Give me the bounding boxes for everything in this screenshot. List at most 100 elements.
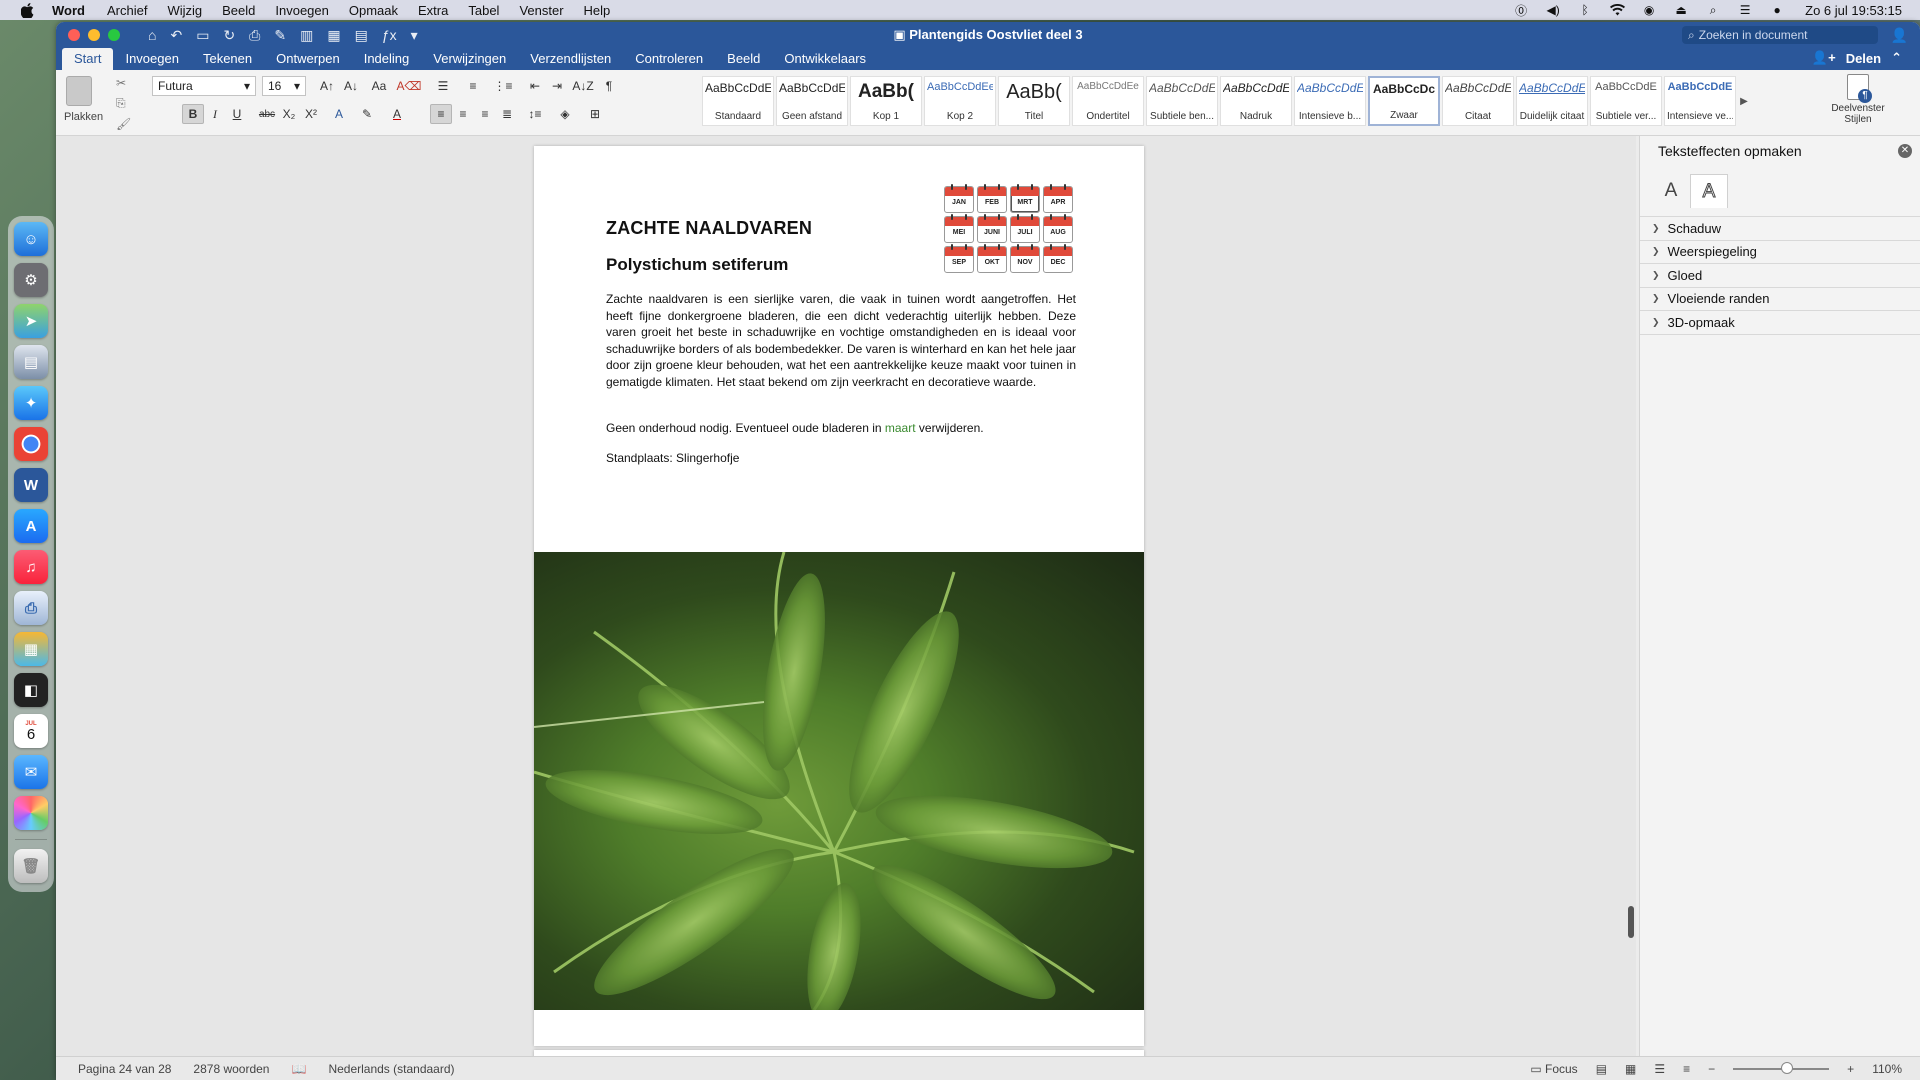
system-settings-icon[interactable]: ⚙	[14, 263, 48, 297]
mail-icon[interactable]: ✉	[14, 755, 48, 789]
shading-icon[interactable]: ◈	[554, 104, 576, 124]
undo-icon[interactable]: ↶	[170, 27, 182, 44]
italic-button[interactable]: I	[204, 104, 226, 124]
formula-icon[interactable]: ƒx	[382, 27, 397, 43]
web-layout-view-icon[interactable]: ▦	[1625, 1062, 1636, 1076]
close-pane-button[interactable]: ✕	[1898, 144, 1912, 158]
close-window-button[interactable]	[68, 29, 80, 41]
style-geen-afstand[interactable]: AaBbCcDdE Geen afstand	[776, 76, 848, 126]
preview-icon[interactable]: ▤	[14, 345, 48, 379]
section-3d-opmaak[interactable]: ❯ 3D-opmaak	[1640, 311, 1920, 335]
columns-icon[interactable]: ▦	[327, 27, 340, 44]
line-spacing-icon[interactable]: ↕≡	[524, 104, 546, 124]
vertical-scrollbar[interactable]	[1628, 906, 1634, 938]
style-intensieve-verwijzing[interactable]: AaBbCcDdE Intensieve ve...	[1664, 76, 1736, 126]
zoom-slider-knob[interactable]	[1781, 1061, 1794, 1074]
style-ondertitel[interactable]: AaBbCcDdEe Ondertitel	[1072, 76, 1144, 126]
print-layout-view-icon[interactable]: ▤	[1596, 1062, 1607, 1076]
change-case-icon[interactable]: Aa	[368, 76, 390, 96]
page-count[interactable]: Pagina 24 van 28	[78, 1062, 171, 1076]
style-duidelijk-citaat[interactable]: AaBbCcDdE Duidelijk citaat	[1516, 76, 1588, 126]
style-standaard[interactable]: AaBbCcDdE Standaard	[702, 76, 774, 126]
show-formatting-marks-icon[interactable]: ¶	[598, 76, 620, 96]
home-icon[interactable]: ⌂	[148, 27, 156, 43]
tab-ontwerpen[interactable]: Ontwerpen	[264, 51, 352, 70]
print-icon[interactable]: ⎙	[249, 27, 260, 44]
document-canvas[interactable]: JAN FEB MRT APR MEI JUNI JULI AUG SEP OK…	[56, 136, 1636, 1056]
justify-button[interactable]: ≣	[496, 104, 518, 124]
tab-start[interactable]: Start	[62, 48, 114, 70]
user-account-icon[interactable]: ◉	[1641, 3, 1657, 17]
multilevel-list-icon[interactable]: ⋮≡	[492, 76, 514, 96]
printer-icon[interactable]: ⎙	[14, 591, 48, 625]
shrink-font-icon[interactable]: A↓	[340, 76, 362, 96]
font-color-icon[interactable]: A	[386, 104, 408, 124]
tab-tekenen[interactable]: Tekenen	[191, 51, 264, 70]
word-icon[interactable]: W	[14, 468, 48, 502]
minimize-window-button[interactable]	[88, 29, 100, 41]
launchpad-icon[interactable]: ▦	[14, 632, 48, 666]
volume-icon[interactable]: ◀)	[1545, 3, 1561, 17]
chrome-icon[interactable]	[14, 427, 48, 461]
draft-view-icon[interactable]: ≡	[1683, 1062, 1690, 1076]
outline-view-icon[interactable]: ☰	[1654, 1062, 1665, 1076]
bluetooth-icon[interactable]: ᛒ	[1577, 3, 1593, 17]
tab-indeling[interactable]: Indeling	[352, 51, 422, 70]
menu-invoegen[interactable]: Invoegen	[275, 3, 329, 18]
section-vloeiende-randen[interactable]: ❯ Vloeiende randen	[1640, 288, 1920, 311]
menu-wijzig[interactable]: Wijzig	[167, 3, 202, 18]
control-center-icon[interactable]: ☰	[1737, 3, 1753, 17]
format-painter-icon[interactable]: 🖌	[116, 117, 131, 131]
tab-controleren[interactable]: Controleren	[623, 51, 715, 70]
redo-icon[interactable]: ↻	[223, 27, 235, 44]
zoom-slider[interactable]	[1733, 1061, 1830, 1074]
music-icon[interactable]: ♫	[14, 550, 48, 584]
plant-heading[interactable]: ZACHTE NAALDVAREN	[606, 218, 812, 239]
maintenance-note[interactable]: Geen onderhoud nodig. Eventueel oude bla…	[606, 421, 984, 435]
siri-icon[interactable]: ●	[1769, 3, 1785, 17]
bullets-icon[interactable]: ☰	[432, 76, 454, 96]
maps-icon[interactable]: ➤	[14, 304, 48, 338]
bold-button[interactable]: B	[182, 104, 204, 124]
zoom-out-button[interactable]: −	[1708, 1062, 1715, 1076]
layout-icon[interactable]: ▥	[300, 27, 313, 44]
style-intensieve-benadrukking[interactable]: AaBbCcDdE Intensieve b...	[1294, 76, 1366, 126]
mission-control-icon[interactable]: ◧	[14, 673, 48, 707]
document-page[interactable]: JAN FEB MRT APR MEI JUNI JULI AUG SEP OK…	[534, 146, 1144, 1046]
account-icon[interactable]: 👤	[1891, 27, 1908, 44]
trash-icon[interactable]: 🗑	[14, 849, 48, 883]
plant-latin-name[interactable]: Polystichum setiferum	[606, 255, 788, 275]
menu-tabel[interactable]: Tabel	[468, 3, 499, 18]
subscript-button[interactable]: X₂	[278, 104, 300, 124]
align-center-button[interactable]: ≡	[452, 104, 474, 124]
gallery-more-icon[interactable]: ▶	[1738, 76, 1750, 126]
menu-beeld[interactable]: Beeld	[222, 3, 255, 18]
menu-opmaak[interactable]: Opmaak	[349, 3, 398, 18]
spotlight-search-icon[interactable]: ⌕	[1705, 3, 1721, 17]
proofing-icon[interactable]: 📖	[291, 1062, 306, 1076]
tab-verwijzingen[interactable]: Verwijzingen	[421, 51, 518, 70]
fern-photo[interactable]	[534, 552, 1144, 1010]
underline-button[interactable]: U	[226, 104, 248, 124]
calendar-icon[interactable]: JUL 6	[14, 714, 48, 748]
collapse-ribbon-icon[interactable]: ⌃	[1891, 50, 1902, 66]
superscript-button[interactable]: X²	[300, 104, 322, 124]
styles-pane-button[interactable]: Deelvenster Stijlen	[1828, 74, 1888, 125]
grow-font-icon[interactable]: A↑	[316, 76, 338, 96]
tab-verzendlijsten[interactable]: Verzendlijsten	[518, 51, 623, 70]
align-left-button[interactable]: ≡	[430, 104, 452, 124]
word-count[interactable]: 2878 woorden	[193, 1062, 269, 1076]
style-citaat[interactable]: AaBbCcDdE Citaat	[1442, 76, 1514, 126]
zoom-in-button[interactable]: +	[1847, 1062, 1854, 1076]
increase-indent-icon[interactable]: ⇥	[546, 76, 568, 96]
style-subtiele-benadrukking[interactable]: AaBbCcDdE Subtiele ben...	[1146, 76, 1218, 126]
paste-button[interactable]: Plakken	[64, 76, 103, 123]
finder-icon[interactable]: ☺	[14, 222, 48, 256]
customize-toolbar-icon[interactable]: ▾	[411, 27, 418, 44]
decrease-indent-icon[interactable]: ⇤	[524, 76, 546, 96]
cut-icon[interactable]: ✂	[116, 76, 131, 90]
tab-text-fill[interactable]: A	[1652, 174, 1690, 208]
menu-archief[interactable]: Archief	[107, 3, 147, 18]
strikethrough-button[interactable]: abc	[256, 104, 278, 124]
numbering-icon[interactable]: ≡	[462, 76, 484, 96]
